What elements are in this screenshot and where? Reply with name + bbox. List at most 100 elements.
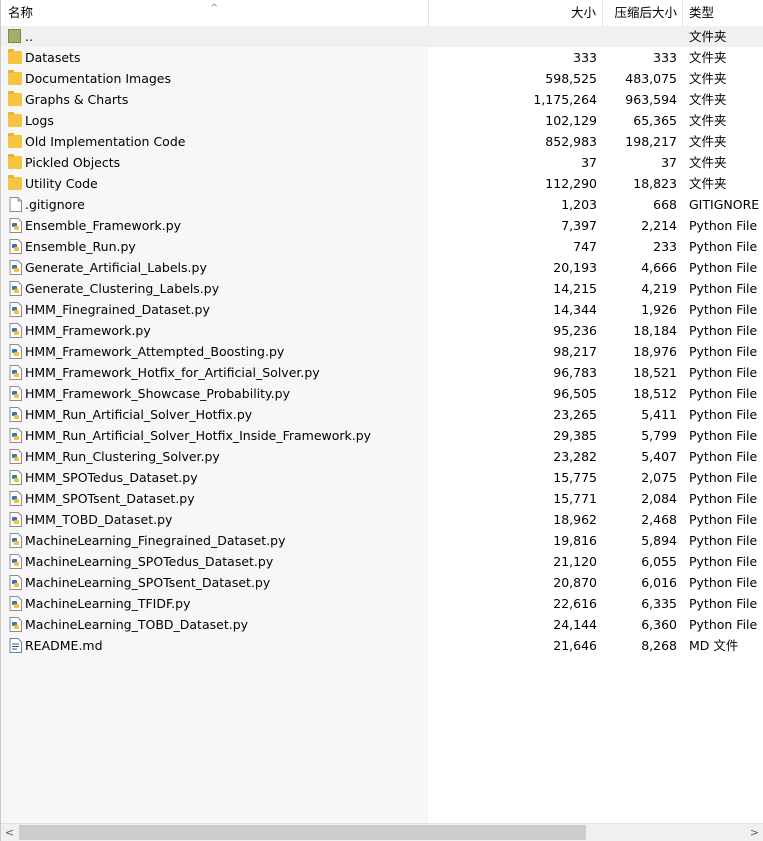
file-row[interactable]: HMM_SPOTedus_Dataset.py 15,775 2,075 Python… <box>1 467 763 488</box>
python-file-icon <box>9 260 22 275</box>
file-row[interactable]: Generate_Artificial_Labels.py 20,193 4,666… <box>1 257 763 278</box>
file-size: 21,120 <box>553 554 597 569</box>
file-type: 文件夹 <box>689 50 727 65</box>
python-file-icon <box>9 323 22 338</box>
file-packed-size: 2,084 <box>641 491 677 506</box>
file-row[interactable]: Ensemble_Framework.py 7,397 2,214 Python Fi… <box>1 215 763 236</box>
file-size: 21,646 <box>553 638 597 653</box>
file-row[interactable]: MachineLearning_Finegrained_Dataset.py 19… <box>1 530 763 551</box>
file-row[interactable]: MachineLearning_TFIDF.py 22,616 6,335 Pytho… <box>1 593 763 614</box>
file-packed-size: 5,894 <box>641 533 677 548</box>
file-name: HMM_Run_Artificial_Solver_Hotfix.py <box>25 407 253 422</box>
folder-row[interactable]: Datasets 333 333 文件夹 <box>1 47 763 68</box>
python-file-icon <box>9 491 22 506</box>
column-header-name[interactable]: 名称 ^ <box>1 0 429 26</box>
python-file-icon <box>9 281 22 296</box>
python-file-icon <box>9 512 22 527</box>
python-file-icon <box>9 407 22 422</box>
scroll-right-icon[interactable]: > <box>746 824 763 841</box>
folder-row[interactable]: Documentation Images 598,525 483,075 文件夹 <box>1 68 763 89</box>
column-header-size[interactable]: 大小 <box>429 0 603 26</box>
folder-icon <box>8 49 22 64</box>
folder-row[interactable]: Old Implementation Code 852,983 198,217 文件夹 <box>1 131 763 152</box>
file-name: Generate_Clustering_Labels.py <box>25 281 220 296</box>
file-row[interactable]: HMM_SPOTsent_Dataset.py 15,771 2,084 Python… <box>1 488 763 509</box>
column-header-packed-size[interactable]: 压缩后大小 <box>603 0 683 26</box>
file-packed-size: 18,521 <box>633 365 677 380</box>
file-size: 747 <box>573 239 597 254</box>
file-row[interactable]: HMM_Run_Artificial_Solver_Hotfix.py 23,26… <box>1 404 763 425</box>
file-size: 96,505 <box>553 386 597 401</box>
file-row[interactable]: HMM_TOBD_Dataset.py 18,962 2,468 Python Fil… <box>1 509 763 530</box>
file-packed-size: 5,799 <box>641 428 677 443</box>
file-name: Logs <box>25 113 54 128</box>
file-size: 22,616 <box>553 596 597 611</box>
file-size: 96,783 <box>553 365 597 380</box>
file-packed-size: 963,594 <box>625 92 677 107</box>
file-name: HMM_Framework_Showcase_Probability.py <box>25 386 290 401</box>
file-type: Python File <box>689 260 758 275</box>
file-packed-size <box>603 26 677 47</box>
file-row[interactable]: HMM_Finegrained_Dataset.py 14,344 1,926 Pyt… <box>1 299 763 320</box>
folder-row[interactable]: Logs 102,129 65,365 文件夹 <box>1 110 763 131</box>
column-name-label: 名称 <box>8 5 34 20</box>
file-type: Python File <box>689 302 758 317</box>
horizontal-scrollbar[interactable]: < > <box>1 823 763 841</box>
file-name: README.md <box>25 638 103 653</box>
file-row[interactable]: HMM_Run_Clustering_Solver.py 23,282 5,407 P… <box>1 446 763 467</box>
scroll-left-icon[interactable]: < <box>1 824 18 841</box>
file-name: HMM_Run_Artificial_Solver_Hotfix_Inside_… <box>25 428 372 443</box>
scrollbar-thumb[interactable] <box>19 825 586 840</box>
file-size: 15,771 <box>553 491 597 506</box>
file-size: 1,203 <box>561 197 597 212</box>
file-row[interactable]: MachineLearning_SPOTedus_Dataset.py 21,12… <box>1 551 763 572</box>
file-packed-size: 18,823 <box>633 176 677 191</box>
folder-row[interactable]: Pickled Objects 37 37 文件夹 <box>1 152 763 173</box>
file-row[interactable]: MachineLearning_SPOTsent_Dataset.py 20,87… <box>1 572 763 593</box>
file-row[interactable]: README.md 21,646 8,268 MD 文件 <box>1 635 763 656</box>
folder-row[interactable]: Utility Code 112,290 18,823 文件夹 <box>1 173 763 194</box>
file-name: MachineLearning_TFIDF.py <box>25 596 191 611</box>
file-type: Python File <box>689 491 758 506</box>
folder-icon <box>8 70 22 85</box>
folder-row[interactable]: Graphs & Charts 1,175,264 963,594 文件夹 <box>1 89 763 110</box>
file-row[interactable]: .gitignore 1,203 668 GITIGNORE 文件 <box>1 194 763 215</box>
column-size-label: 大小 <box>570 5 596 20</box>
column-packed-label: 压缩后大小 <box>614 5 677 20</box>
file-row[interactable]: HMM_Framework_Hotfix_for_Artificial_Solv… <box>1 362 763 383</box>
file-size: 18,962 <box>553 512 597 527</box>
file-row[interactable]: Ensemble_Run.py 747 233 Python File <box>1 236 763 257</box>
file-row[interactable]: HMM_Framework_Showcase_Probability.py 96,… <box>1 383 763 404</box>
python-file-icon <box>9 554 22 569</box>
file-row[interactable]: Generate_Clustering_Labels.py 14,215 4,219… <box>1 278 763 299</box>
file-size: 852,983 <box>545 134 597 149</box>
folder-row[interactable]: .. 文件夹 <box>1 26 763 47</box>
file-name: HMM_TOBD_Dataset.py <box>25 512 173 527</box>
python-file-icon <box>9 302 22 317</box>
file-packed-size: 18,976 <box>633 344 677 359</box>
file-type: 文件夹 <box>689 71 727 86</box>
file-size: 95,236 <box>553 323 597 338</box>
file-name: Old Implementation Code <box>25 134 186 149</box>
python-file-icon <box>9 239 22 254</box>
file-name: Documentation Images <box>25 71 171 86</box>
file-row[interactable]: HMM_Framework_Attempted_Boosting.py 98,21… <box>1 341 763 362</box>
column-header-type[interactable]: 类型 <box>683 0 763 26</box>
file-row[interactable]: HMM_Framework.py 95,236 18,184 Python File <box>1 320 763 341</box>
python-file-icon <box>9 365 22 380</box>
file-name: Graphs & Charts <box>25 92 129 107</box>
file-packed-size: 198,217 <box>625 134 677 149</box>
file-type: Python File <box>689 344 758 359</box>
file-row[interactable]: MachineLearning_TOBD_Dataset.py 24,144 6,3… <box>1 614 763 635</box>
file-size: 23,282 <box>553 449 597 464</box>
file-name: Utility Code <box>25 176 98 191</box>
folder-icon <box>8 133 22 148</box>
file-packed-size: 18,184 <box>633 323 677 338</box>
file-size: 29,385 <box>553 428 597 443</box>
file-size: 98,217 <box>553 344 597 359</box>
file-name: HMM_SPOTsent_Dataset.py <box>25 491 195 506</box>
file-type: 文件夹 <box>689 29 727 44</box>
file-row[interactable]: HMM_Run_Artificial_Solver_Hotfix_Inside_… <box>1 425 763 446</box>
file-packed-size: 5,411 <box>641 407 677 422</box>
file-packed-size: 4,219 <box>641 281 677 296</box>
